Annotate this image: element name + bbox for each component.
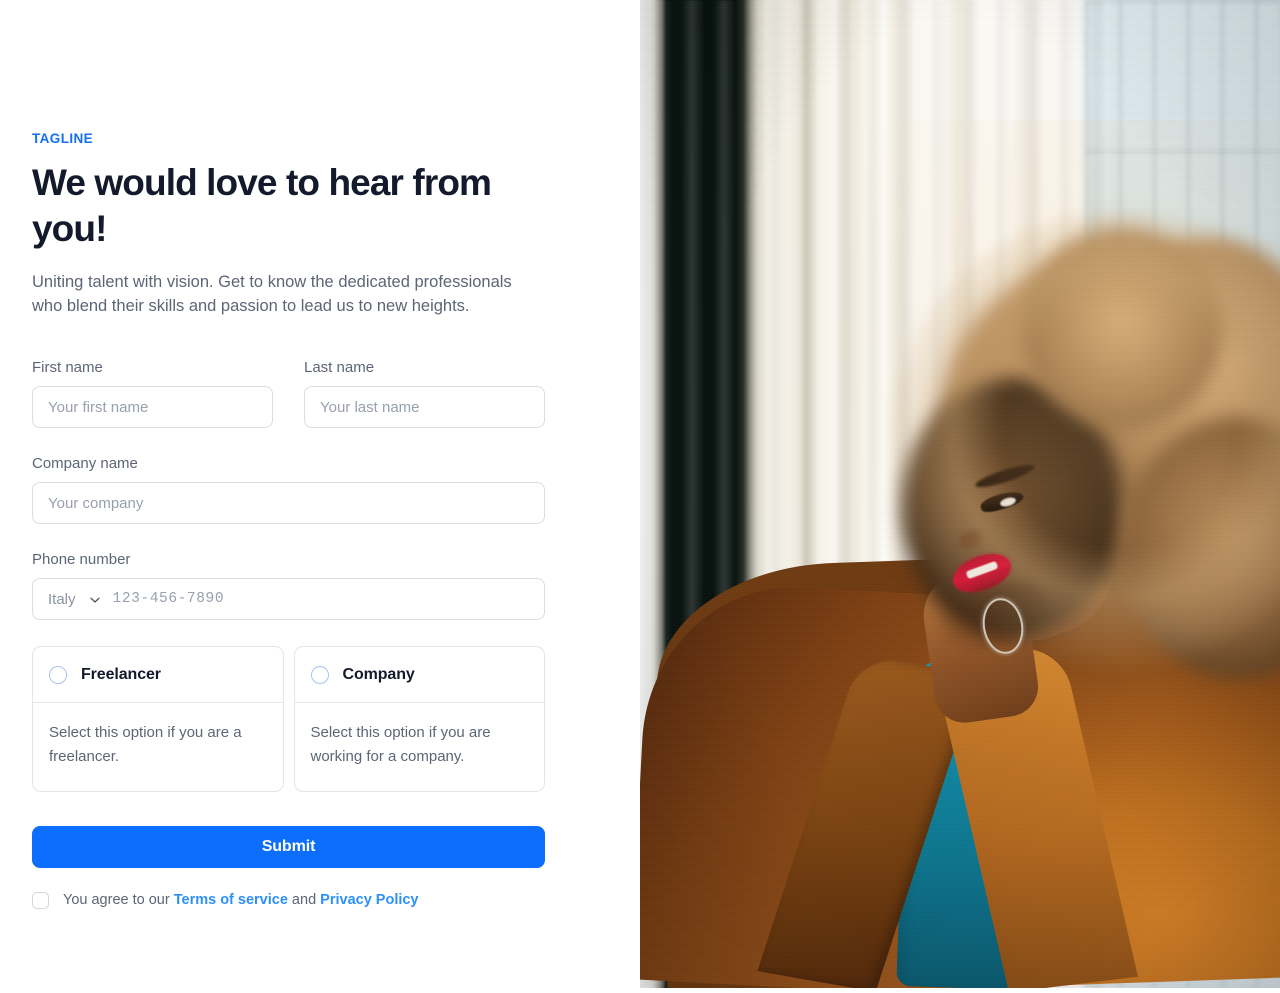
submit-button[interactable]: Submit <box>32 826 545 868</box>
country-select-value: Italy <box>48 590 76 608</box>
page-title: We would love to hear from you! <box>32 162 492 249</box>
tagline: TAGLINE <box>32 131 94 146</box>
country-select[interactable]: Italy <box>33 579 113 619</box>
hero-photo <box>640 0 1280 988</box>
terms-checkbox[interactable] <box>32 891 49 909</box>
option-description-company: Select this option if you are working fo… <box>310 724 491 765</box>
option-card-freelancer[interactable]: Freelancer Select this option if you are… <box>32 646 284 792</box>
first-name-label: First name <box>32 359 103 376</box>
option-card-company[interactable]: Company Select this option if you are wo… <box>293 646 545 792</box>
phone-input-group: Italy <box>32 578 545 620</box>
person-portrait <box>640 0 1280 988</box>
first-name-group: First name <box>32 358 273 428</box>
contact-page: TAGLINE We would love to hear from you! … <box>0 0 1280 993</box>
chevron-down-icon <box>89 593 101 605</box>
last-name-label: Last name <box>304 359 375 376</box>
terms-prefix: You agree to our <box>63 892 174 908</box>
name-row: First name Last name <box>32 358 545 428</box>
terms-row: You agree to our Terms of service and Pr… <box>32 890 545 910</box>
option-title-freelancer: Freelancer <box>81 665 161 683</box>
page-subtitle: Uniting talent with vision. Get to know … <box>32 273 512 315</box>
radio-freelancer[interactable] <box>49 665 67 684</box>
phone-number-label: Phone number <box>32 551 131 568</box>
option-header-freelancer[interactable]: Freelancer <box>33 647 283 703</box>
option-title-company: Company <box>342 665 415 683</box>
company-name-input[interactable] <box>32 482 545 524</box>
phone-number-input[interactable] <box>112 579 544 619</box>
last-name-input[interactable] <box>304 386 545 428</box>
terms-text: You agree to our Terms of service and Pr… <box>63 890 419 910</box>
terms-conjunction: and <box>287 892 321 908</box>
form-pane: TAGLINE We would love to hear from you! … <box>0 0 640 993</box>
radio-company[interactable] <box>310 665 329 684</box>
company-name-label: Company name <box>32 455 138 472</box>
first-name-input[interactable] <box>32 386 273 428</box>
phone-number-group: Phone number Italy <box>32 550 545 620</box>
privacy-policy-link[interactable]: Privacy Policy <box>320 892 418 908</box>
last-name-group: Last name <box>304 358 545 428</box>
form-container: TAGLINE We would love to hear from you! … <box>32 130 545 910</box>
photo-bottom-strip <box>640 988 1280 993</box>
account-type-options: Freelancer Select this option if you are… <box>32 646 545 792</box>
company-name-group: Company name <box>32 454 545 524</box>
terms-of-service-link[interactable]: Terms of service <box>174 892 288 908</box>
option-description-freelancer: Select this option if you are a freelanc… <box>49 724 242 765</box>
option-header-company[interactable]: Company <box>294 647 544 703</box>
